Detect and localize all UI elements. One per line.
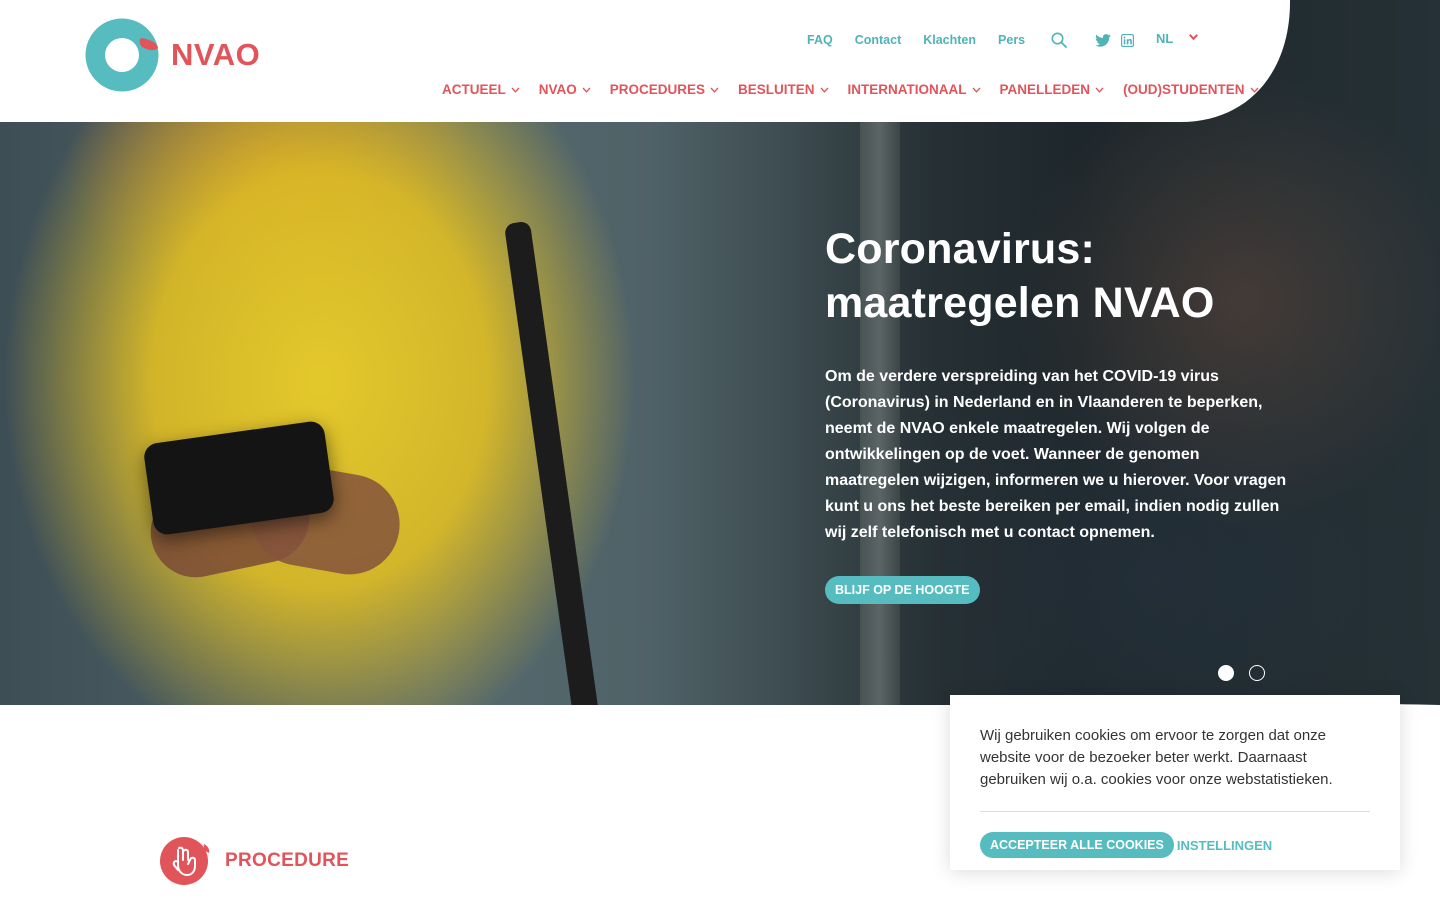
chevron-down-icon (582, 87, 591, 93)
complaints-link[interactable]: Klachten (923, 33, 976, 47)
carousel-dot-2[interactable] (1249, 665, 1265, 681)
chevron-down-icon (972, 87, 981, 93)
search-icon[interactable] (1051, 32, 1068, 48)
language-select[interactable]: NL (1156, 28, 1199, 46)
logo-text: NVAO (171, 37, 261, 72)
nav-item-procedures[interactable]: PROCEDURES (610, 82, 719, 97)
hero-title: Coronavirus: maatregelen NVAO (825, 225, 1215, 327)
chevron-down-icon (511, 87, 520, 93)
linkedin-icon[interactable] (1121, 33, 1135, 47)
hand-icon (160, 837, 210, 885)
procedure-section-heading: PROCEDURE (160, 836, 349, 886)
main-nav: ACTUEEL NVAO PROCEDURES BESLUITEN INTERN… (442, 82, 1278, 97)
language-label: NL (1156, 31, 1174, 46)
stay-updated-button[interactable]: BLIJF OP DE HOOGTE (825, 576, 980, 604)
nav-item-label: NVAO (538, 82, 577, 97)
utility-nav: FAQ Contact Klachten Pers (807, 32, 1135, 48)
cookie-banner: Wij gebruiken cookies om ervoor te zorge… (950, 695, 1400, 870)
nav-item-panelleden[interactable]: PANELLEDEN (1000, 82, 1105, 97)
nav-item-label: INTERNATIONAAL (847, 82, 967, 97)
nvao-logo[interactable]: NVAO (85, 18, 260, 92)
section-title: PROCEDURE (225, 850, 350, 871)
chevron-down-icon (710, 87, 719, 93)
faq-link[interactable]: FAQ (807, 33, 833, 47)
logo-mark-icon (85, 18, 159, 92)
chevron-down-icon (1189, 28, 1199, 43)
nav-item-actueel[interactable]: ACTUEEL (442, 82, 520, 97)
nav-item-label: PROCEDURES (609, 82, 706, 97)
press-link[interactable]: Pers (998, 33, 1025, 47)
chevron-down-icon (1095, 87, 1104, 93)
hero-text: Om de verdere verspreiding van het COVID… (825, 368, 1287, 541)
accept-cookies-button[interactable]: ACCEPTEER ALLE COOKIES (980, 832, 1174, 858)
cookie-divider (980, 811, 1370, 812)
chevron-down-icon (820, 87, 829, 93)
nav-item-label: ACTUEEL (442, 82, 506, 97)
carousel-dot-1[interactable] (1218, 665, 1234, 681)
nav-item-nvao[interactable]: NVAO (539, 82, 591, 97)
nav-item-internationaal[interactable]: INTERNATIONAAL (848, 82, 981, 97)
nav-item-label: (OUD)STUDENTEN (1123, 82, 1245, 97)
cookie-text: Wij gebruiken cookies om ervoor te zorge… (980, 727, 1333, 788)
chevron-down-icon (1250, 87, 1259, 93)
nav-item-label: BESLUITEN (738, 82, 815, 97)
hero-content: Coronavirus: maatregelen NVAO Om de verd… (825, 222, 1295, 604)
contact-link[interactable]: Contact (855, 33, 902, 47)
nav-item-oudstudenten[interactable]: (OUD)STUDENTEN (1123, 82, 1259, 97)
twitter-icon[interactable] (1095, 33, 1111, 47)
nav-item-label: PANELLEDEN (999, 82, 1091, 97)
carousel-dots (1218, 665, 1265, 681)
cookie-actions: ACCEPTEER ALLE COOKIES INSTELLINGEN (980, 832, 1370, 858)
nav-item-besluiten[interactable]: BESLUITEN (738, 82, 829, 97)
cookie-settings-link[interactable]: INSTELLINGEN (1177, 838, 1272, 853)
